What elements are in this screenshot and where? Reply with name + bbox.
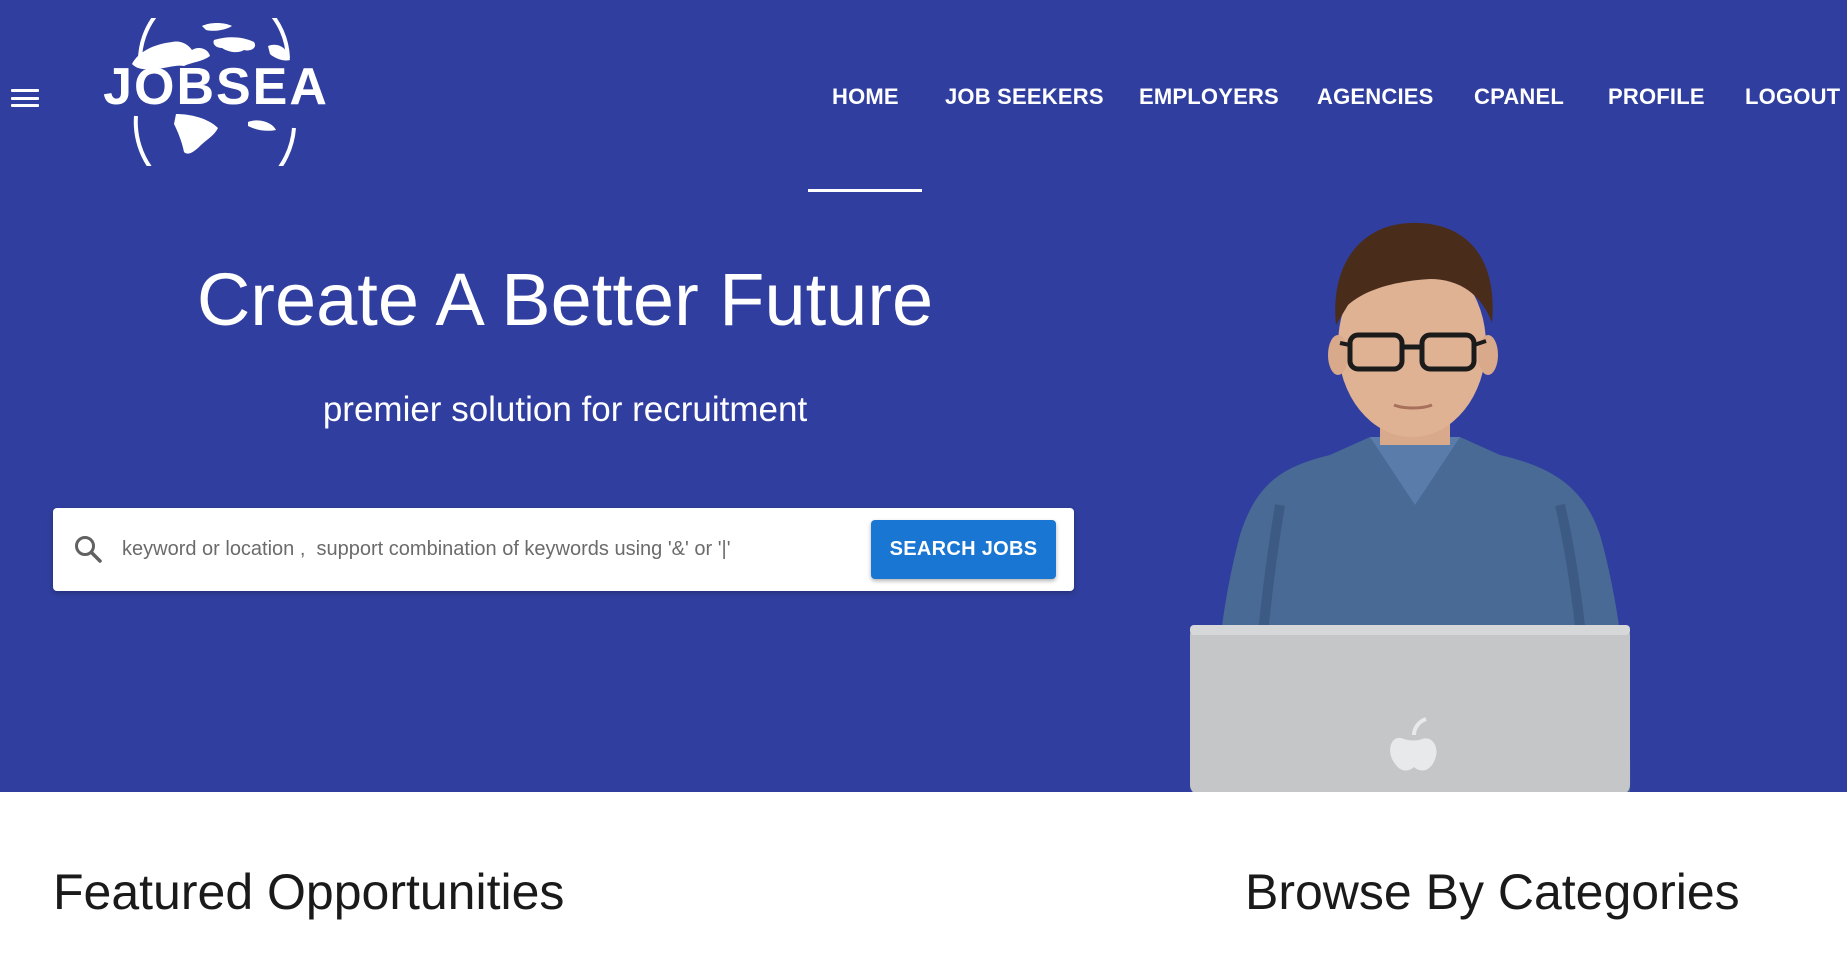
hero-subtitle: premier solution for recruitment (322, 390, 808, 429)
main-nav: HOME JOB SEEKERS EMPLOYERS AGENCIES CPAN… (0, 80, 1847, 114)
nav-cpanel[interactable]: CPANEL (1474, 80, 1564, 114)
nav-logout[interactable]: LOGOUT (1745, 80, 1840, 114)
nav-profile[interactable]: PROFILE (1608, 80, 1705, 114)
nav-agencies[interactable]: AGENCIES (1317, 80, 1434, 114)
nav-home[interactable]: HOME (832, 80, 899, 114)
search-jobs-button[interactable]: SEARCH JOBS (871, 520, 1056, 579)
featured-opportunities-heading: Featured Opportunities (53, 864, 565, 920)
hero-title: Create A Better Future (196, 258, 934, 341)
hero-banner: JOBSEA HOME JOB SEEKERS EMPLOYERS AGENCI… (0, 0, 1847, 792)
nav-job-seekers[interactable]: JOB SEEKERS (945, 80, 1104, 114)
nav-employers[interactable]: EMPLOYERS (1139, 80, 1279, 114)
search-input[interactable] (122, 522, 852, 576)
browse-by-categories-heading: Browse By Categories (1245, 864, 1740, 920)
search-icon (75, 536, 102, 563)
man-with-laptop-photo (1160, 205, 1680, 792)
active-nav-indicator (808, 189, 922, 192)
